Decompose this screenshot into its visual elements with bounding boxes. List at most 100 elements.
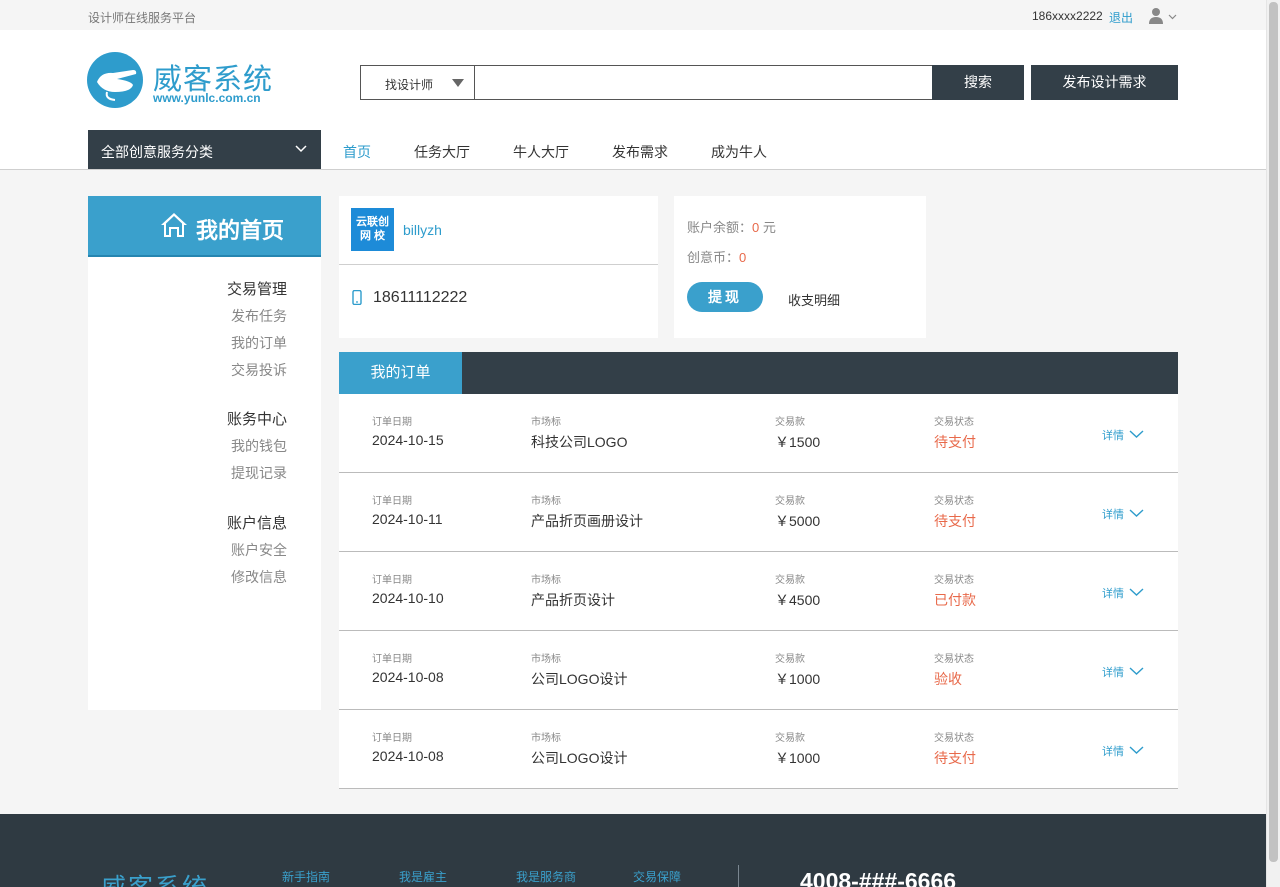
user-phone: 186xxxx2222 — [1032, 9, 1103, 23]
nav-talent-hall[interactable]: 牛人大厅 — [513, 142, 569, 162]
footer-link-provider[interactable]: 我是服务商 — [516, 868, 576, 885]
search-type-select[interactable]: 找设计师 — [361, 66, 475, 99]
footer-divider — [738, 865, 739, 887]
scrollbar-thumb[interactable] — [1269, 2, 1278, 862]
chevron-down-icon — [295, 145, 307, 153]
header: 威客系统 www.yunlc.com.cn 找设计师 搜索 发布设计需求 全部创… — [0, 30, 1266, 170]
order-date-label: 订单日期 — [372, 654, 412, 665]
order-date-label: 订单日期 — [372, 575, 412, 586]
chevron-down-icon — [1129, 509, 1144, 517]
chevron-down-icon — [1129, 588, 1144, 596]
sidebar-item-security[interactable]: 账户安全 — [227, 540, 287, 560]
order-amount: ￥5000 — [775, 513, 821, 529]
order-title: 产品折页设计 — [531, 592, 615, 608]
sidebar-item-edit-info[interactable]: 修改信息 — [227, 567, 287, 587]
category-menu-label: 全部创意服务分类 — [101, 144, 213, 160]
sidebar-group-title: 交易管理 — [226, 281, 287, 298]
post-requirement-button[interactable]: 发布设计需求 — [1031, 65, 1178, 100]
account-card: 账户余额：0 元 创意币：0 提现 收支明细 — [674, 196, 926, 338]
order-row: 订单日期 2024-10-11 市场标 产品折页画册设计 交易款 ￥5000 交易状态 待支付… — [339, 473, 1178, 552]
sidebar-group-finance: 账务中心 我的钱包 提现记录 — [227, 408, 287, 490]
order-detail-toggle[interactable]: 详情 — [1102, 427, 1144, 443]
order-amount-label: 交易款 — [775, 575, 805, 586]
vertical-scrollbar[interactable] — [1266, 0, 1280, 887]
search-input[interactable] — [476, 66, 931, 99]
footer-link-employer[interactable]: 我是雇主 — [399, 868, 447, 885]
nav-become-talent[interactable]: 成为牛人 — [711, 142, 767, 162]
sidebar-group-title: 账户信息 — [226, 515, 287, 532]
footer-logo: 威客系统 — [101, 868, 209, 887]
mobile-number: 18611112222 — [373, 289, 468, 306]
order-status-label: 交易状态 — [934, 575, 974, 586]
profile-card: 云联创 网 校 billyzh 18611112222 — [339, 196, 658, 338]
order-detail-toggle[interactable]: 详情 — [1102, 585, 1144, 601]
logout-link[interactable]: 退出 — [1109, 9, 1133, 26]
withdraw-button[interactable]: 提现 — [687, 282, 763, 312]
sidebar-item-wallet[interactable]: 我的钱包 — [227, 436, 287, 456]
avatar-text-line: 网 校 — [359, 230, 386, 242]
coin-value: 0 — [739, 250, 747, 265]
order-detail-label: 详情 — [1102, 509, 1124, 521]
footer-link-guide[interactable]: 新手指南 — [282, 868, 330, 885]
order-detail-toggle[interactable]: 详情 — [1102, 506, 1144, 522]
chevron-down-icon — [1129, 746, 1144, 754]
transaction-detail-link[interactable]: 收支明细 — [788, 290, 840, 309]
dropdown-triangle-icon — [452, 79, 464, 87]
sidebar-item-post-task[interactable]: 发布任务 — [227, 306, 287, 326]
order-amount-label: 交易款 — [775, 733, 805, 744]
site-logo[interactable]: 威客系统 www.yunlc.com.cn — [87, 52, 277, 112]
category-menu[interactable]: 全部创意服务分类 — [88, 130, 321, 169]
order-detail-toggle[interactable]: 详情 — [1102, 743, 1144, 759]
site-slogan: 设计师在线服务平台 — [88, 11, 197, 25]
avatar[interactable]: 云联创 网 校 — [351, 208, 394, 251]
coin-label: 创意币： — [687, 250, 740, 265]
order-detail-label: 详情 — [1102, 746, 1124, 758]
order-date: 2024-10-08 — [372, 669, 444, 685]
search-bar: 找设计师 — [360, 65, 933, 100]
order-detail-label: 详情 — [1102, 430, 1124, 442]
order-amount: ￥1000 — [775, 750, 821, 766]
order-status-label: 交易状态 — [934, 496, 974, 507]
search-button[interactable]: 搜索 — [932, 65, 1024, 100]
nav-task-hall[interactable]: 任务大厅 — [414, 142, 470, 162]
order-detail-label: 详情 — [1102, 667, 1124, 679]
chevron-down-icon — [1129, 430, 1144, 438]
tab-my-orders[interactable]: 我的订单 — [339, 352, 462, 394]
order-date: 2024-10-08 — [372, 748, 444, 764]
order-status-label: 交易状态 — [934, 733, 974, 744]
order-amount-label: 交易款 — [775, 654, 805, 665]
sidebar-header[interactable]: 我的首页 — [88, 196, 321, 257]
order-date-label: 订单日期 — [372, 417, 412, 428]
order-title: 公司LOGO设计 — [531, 750, 628, 766]
order-title-label: 市场标 — [531, 496, 561, 507]
sidebar-item-complaints[interactable]: 交易投诉 — [227, 360, 287, 380]
top-bar: 设计师在线服务平台 186xxxx2222 退出 — [0, 0, 1266, 30]
order-detail-toggle[interactable]: 详情 — [1102, 664, 1144, 680]
order-status-label: 交易状态 — [934, 417, 974, 428]
order-amount: ￥1500 — [775, 434, 821, 450]
orders-header: 我的订单 — [339, 352, 1178, 394]
order-title-label: 市场标 — [531, 575, 561, 586]
order-amount: ￥4500 — [775, 592, 821, 608]
user-menu-icon[interactable] — [1148, 7, 1178, 25]
sidebar-item-my-orders[interactable]: 我的订单 — [227, 333, 287, 353]
sidebar-group-trade: 交易管理 发布任务 我的订单 交易投诉 — [227, 278, 287, 387]
sidebar: 我的首页 交易管理 发布任务 我的订单 交易投诉 账务中心 我的钱包 提现记录 … — [88, 196, 321, 710]
footer-link-guarantee[interactable]: 交易保障 — [633, 868, 681, 885]
order-date: 2024-10-10 — [372, 590, 444, 606]
nav-home[interactable]: 首页 — [343, 142, 371, 162]
username[interactable]: billyzh — [403, 222, 442, 238]
sidebar-group-title: 账务中心 — [226, 411, 287, 428]
order-amount-label: 交易款 — [775, 496, 805, 507]
balance-unit: 元 — [759, 220, 776, 235]
sidebar-item-withdraw-records[interactable]: 提现记录 — [227, 463, 287, 483]
mobile-phone-icon — [352, 290, 362, 305]
footer-hotline: 4008-###-6666 — [800, 868, 957, 887]
order-detail-label: 详情 — [1102, 588, 1124, 600]
order-title: 公司LOGO设计 — [531, 671, 628, 687]
order-row: 订单日期 2024-10-08 市场标 公司LOGO设计 交易款 ￥1000 交易状态 验收 详… — [339, 631, 1178, 710]
order-status: 已付款 — [934, 592, 976, 608]
order-status: 待支付 — [934, 513, 976, 529]
nav-post-demand[interactable]: 发布需求 — [612, 142, 668, 162]
order-amount: ￥1000 — [775, 671, 821, 687]
